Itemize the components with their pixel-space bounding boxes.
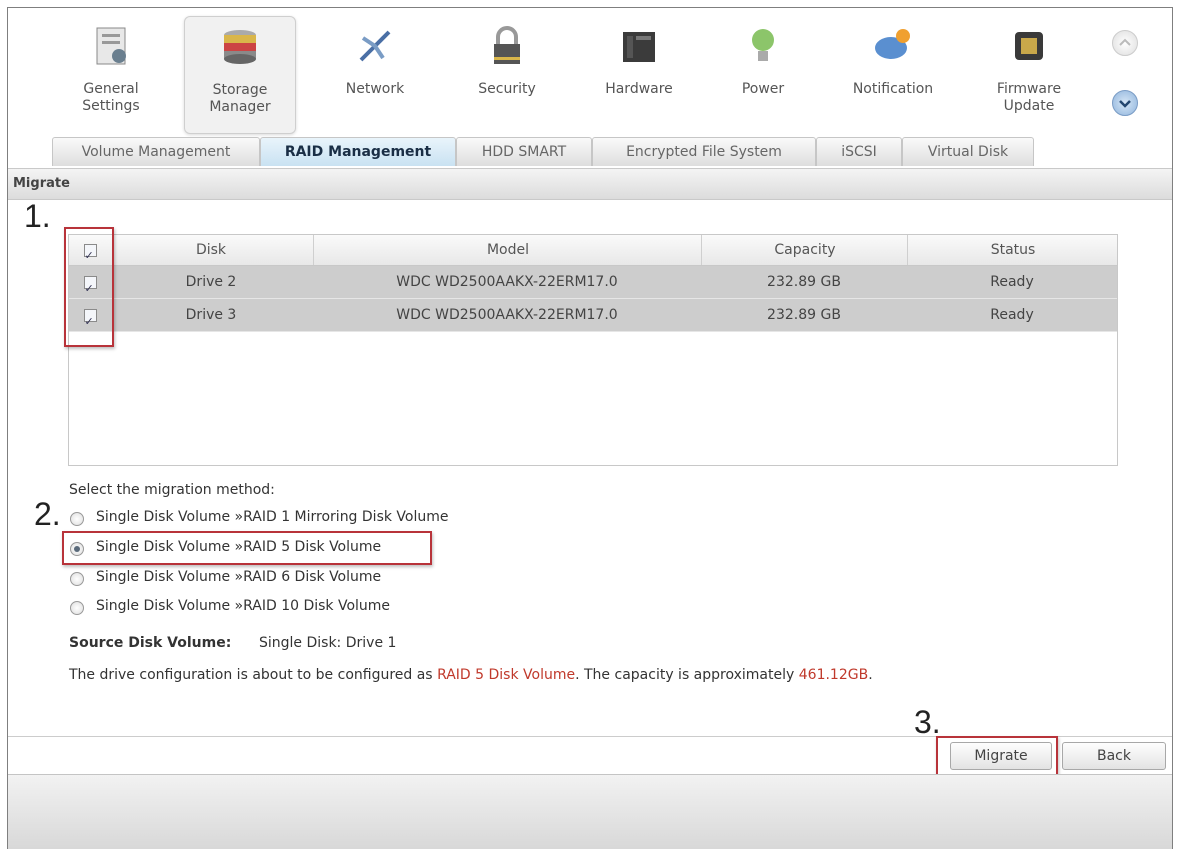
toolbar-label: Update (1003, 98, 1055, 114)
cell-model: WDC WD2500AAKX-22ERM17.0 (396, 307, 618, 323)
cell-capacity: 232.89 GB (767, 274, 841, 290)
firmware-chip-icon (1015, 32, 1043, 60)
cell-status: Ready (990, 307, 1034, 323)
toolbar-label: Security (478, 81, 536, 97)
configuration-summary: The drive configuration is about to be c… (69, 667, 873, 683)
highlight-checkboxes (64, 227, 114, 347)
step-number-1: 1. (24, 198, 51, 234)
column-header-model: Model (313, 235, 702, 265)
toolbar-notification[interactable]: Notification (838, 16, 948, 132)
disk-table: Disk Model Capacity Status Drive 2 WDC W… (68, 234, 1118, 466)
table-row[interactable]: Drive 3 WDC WD2500AAKX-22ERM17.0 232.89 … (69, 299, 1117, 338)
toolbar-hardware[interactable]: Hardware (584, 16, 694, 132)
summary-capacity: 461.12GB (798, 667, 869, 683)
toolbar-label: Firmware (996, 81, 1062, 97)
option-raid1-label[interactable]: Single Disk Volume »RAID 1 Mirroring Dis… (96, 509, 449, 525)
toolbar-power[interactable]: Power (708, 16, 818, 132)
source-volume-label: Source Disk Volume: (69, 635, 232, 651)
toolbar-network[interactable]: Network (320, 16, 430, 132)
toolbar-general-settings[interactable]: General Settings (56, 16, 166, 132)
lock-icon (494, 26, 520, 64)
summary-raid-level: RAID 5 Disk Volume (437, 667, 576, 683)
highlight-raid5-option (62, 531, 432, 565)
footer-panel (8, 774, 1172, 849)
cell-capacity: 232.89 GB (767, 307, 841, 323)
summary-middle: . The capacity is approximately (575, 667, 799, 683)
general-settings-icon (96, 27, 126, 65)
option-raid6-label[interactable]: Single Disk Volume »RAID 6 Disk Volume (96, 569, 381, 585)
summary-prefix: The drive configuration is about to be c… (69, 667, 438, 683)
toolbar-label: Notification (852, 81, 934, 97)
table-row[interactable]: Drive 2 WDC WD2500AAKX-22ERM17.0 232.89 … (69, 266, 1117, 305)
back-button[interactable]: Back (1062, 742, 1166, 770)
toolbar-storage-manager[interactable]: Storage Manager (184, 16, 296, 134)
tab-virtual-disk[interactable]: Virtual Disk (902, 137, 1034, 166)
option-raid10-label[interactable]: Single Disk Volume »RAID 10 Disk Volume (96, 598, 390, 614)
cell-model: WDC WD2500AAKX-22ERM17.0 (396, 274, 618, 290)
scroll-down-icon[interactable] (1112, 90, 1138, 116)
radio-raid6[interactable] (70, 572, 84, 586)
storage-manager-icon (224, 30, 256, 64)
power-bulb-icon (752, 29, 774, 61)
toolbar-label: Network (345, 81, 405, 97)
source-volume-value: Single Disk: Drive 1 (259, 635, 397, 651)
toolbar-label: Manager (209, 99, 271, 115)
summary-suffix: . (868, 667, 873, 683)
app-window: General Settings Storage Manager Network… (7, 7, 1173, 849)
highlight-migrate-button (936, 736, 1058, 778)
cell-disk: Drive 2 (185, 274, 237, 290)
toolbar-security[interactable]: Security (452, 16, 562, 132)
toolbar-label: Settings (82, 98, 140, 114)
tab-encrypted-file-system[interactable]: Encrypted File System (592, 137, 816, 166)
cell-disk: Drive 3 (185, 307, 237, 323)
hardware-icon (623, 32, 655, 62)
section-title: Migrate (13, 176, 70, 191)
toolbar-label: Storage (212, 82, 268, 98)
network-icon (359, 30, 391, 62)
toolbar-firmware-update[interactable]: Firmware Update (974, 16, 1084, 132)
radio-raid10[interactable] (70, 601, 84, 615)
migration-prompt: Select the migration method: (69, 482, 275, 498)
step-number-2: 2. (34, 496, 61, 532)
radio-raid1[interactable] (70, 512, 84, 526)
section-header: Migrate (8, 168, 1172, 200)
tab-volume-management[interactable]: Volume Management (52, 137, 260, 166)
toolbar-label: General (83, 81, 139, 97)
column-header-disk: Disk (195, 242, 227, 258)
notification-icon (875, 29, 910, 59)
column-header-status: Status (907, 235, 1118, 265)
tab-raid-management[interactable]: RAID Management (260, 137, 456, 166)
table-header: Disk Model Capacity Status (69, 235, 1118, 271)
toolbar-label: Power (741, 81, 785, 97)
tab-hdd-smart[interactable]: HDD SMART (456, 137, 592, 166)
cell-status: Ready (990, 274, 1034, 290)
top-toolbar: General Settings Storage Manager Network… (8, 8, 1172, 138)
scroll-up-icon[interactable] (1112, 30, 1138, 56)
column-header-capacity: Capacity (701, 235, 908, 265)
toolbar-label: Hardware (605, 81, 673, 97)
tab-iscsi[interactable]: iSCSI (816, 137, 902, 166)
